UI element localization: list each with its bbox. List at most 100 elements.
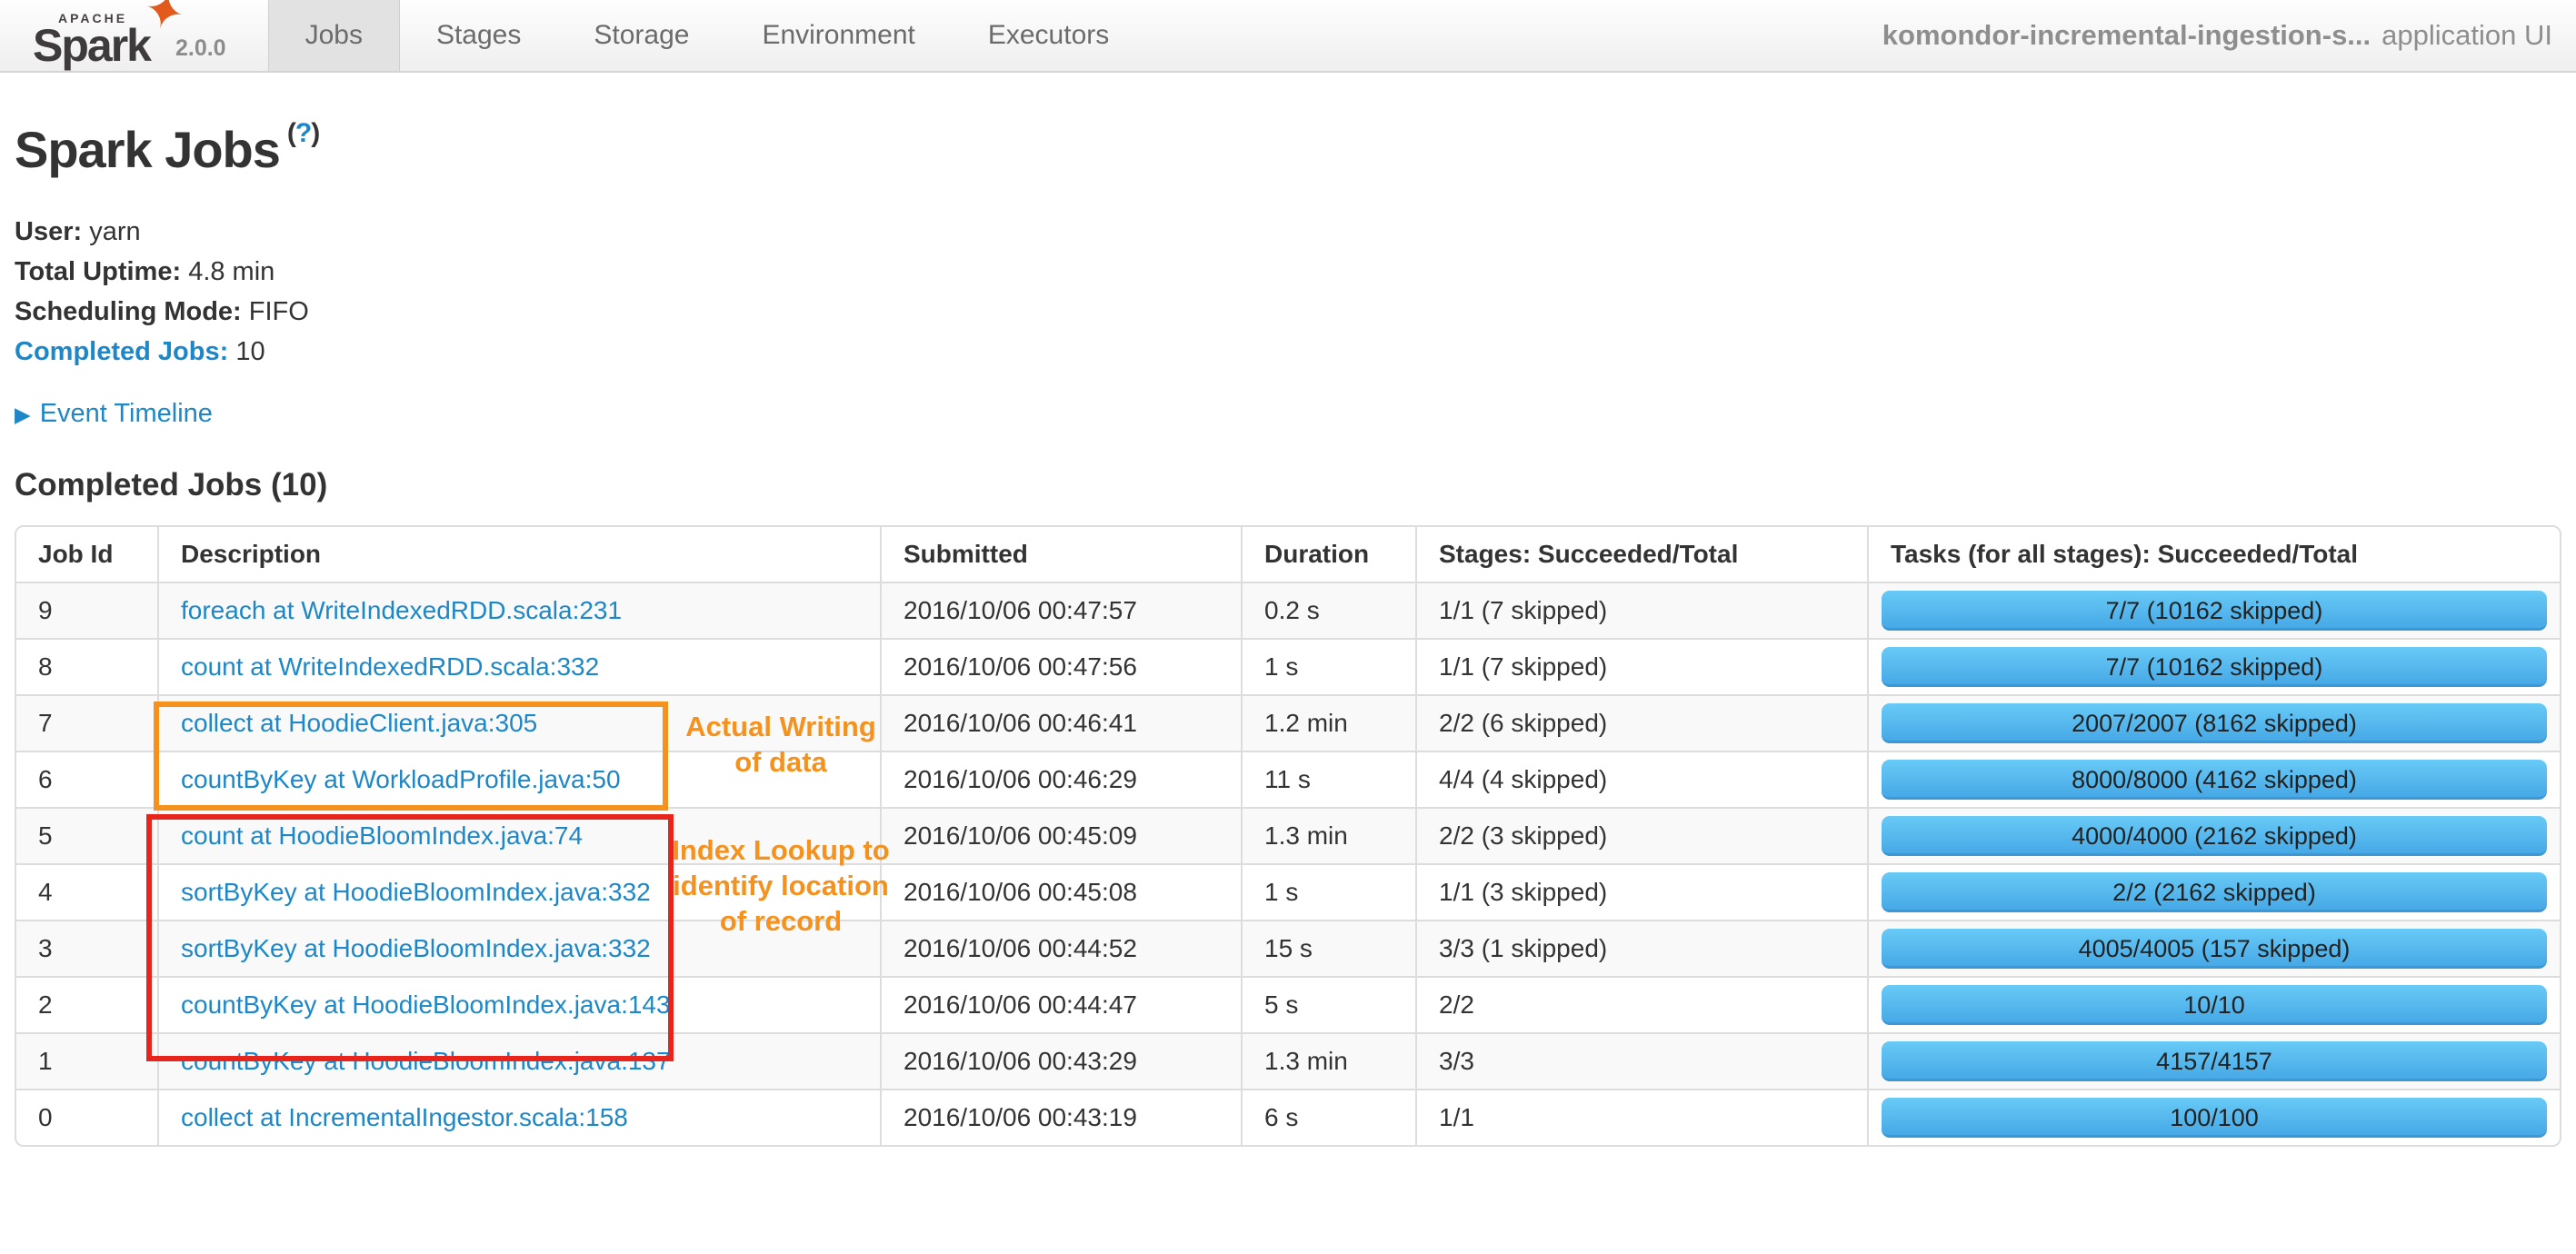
tab-storage[interactable]: Storage <box>557 0 725 71</box>
job-description-link[interactable]: sortByKey at HoodieBloomIndex.java:332 <box>181 878 651 906</box>
duration-cell: 15 s <box>1241 920 1415 976</box>
main-content: Spark Jobs (?) User: yarn Total Uptime: 4… <box>0 118 2576 1147</box>
application-name: komondor-incremental-ingestion-s... <box>1882 19 2371 51</box>
tab-stages[interactable]: Stages <box>400 0 557 71</box>
tasks-progress-label: 100/100 <box>2170 1104 2259 1131</box>
tab-jobs[interactable]: Jobs <box>267 0 400 71</box>
duration-cell: 1.2 min <box>1241 694 1415 751</box>
table-row: 8 count at WriteIndexedRDD.scala:332 201… <box>16 638 2560 694</box>
help-question-icon[interactable]: ? <box>295 118 312 148</box>
tab-executors[interactable]: Executors <box>952 0 1145 71</box>
tasks-progress-label: 10/10 <box>2183 991 2245 1019</box>
tasks-cell: 4005/4005 (157 skipped) <box>1867 920 2560 976</box>
job-description-link[interactable]: count at HoodieBloomIndex.java:74 <box>181 821 583 850</box>
description-cell: countByKey at HoodieBloomIndex.java:137 <box>157 1032 880 1089</box>
tasks-progress-label: 8000/8000 (4162 skipped) <box>2072 766 2357 793</box>
duration-cell: 1 s <box>1241 863 1415 920</box>
duration-cell: 6 s <box>1241 1089 1415 1145</box>
description-cell: sortByKey at HoodieBloomIndex.java:332 <box>157 920 880 976</box>
summary-info: User: yarn Total Uptime: 4.8 min Schedul… <box>15 212 2561 372</box>
tasks-progress-label: 7/7 (10162 skipped) <box>2105 597 2323 624</box>
description-cell: count at WriteIndexedRDD.scala:332 <box>157 638 880 694</box>
description-cell: collect at IncrementalIngestor.scala:158 <box>157 1089 880 1145</box>
tasks-progress-bar: 2/2 (2162 skipped) <box>1882 872 2547 912</box>
job-id-cell: 6 <box>16 751 157 807</box>
job-description-link[interactable]: countByKey at HoodieBloomIndex.java:137 <box>181 1047 671 1075</box>
tasks-cell: 8000/8000 (4162 skipped) <box>1867 751 2560 807</box>
job-description-link[interactable]: countByKey at WorkloadProfile.java:50 <box>181 765 621 793</box>
submitted-cell: 2016/10/06 00:43:19 <box>880 1089 1241 1145</box>
tasks-progress-bar: 4000/4000 (2162 skipped) <box>1882 816 2547 856</box>
table-row: 6 countByKey at WorkloadProfile.java:50 … <box>16 751 2560 807</box>
header-duration: Duration <box>1241 527 1415 582</box>
stages-cell: 2/2 (6 skipped) <box>1415 694 1867 751</box>
job-description-link[interactable]: count at WriteIndexedRDD.scala:332 <box>181 652 599 681</box>
tasks-cell: 100/100 <box>1867 1089 2560 1145</box>
stages-cell: 1/1 (7 skipped) <box>1415 582 1867 638</box>
tab-environment[interactable]: Environment <box>725 0 951 71</box>
tasks-progress-label: 4000/4000 (2162 skipped) <box>2072 822 2357 850</box>
duration-cell: 5 s <box>1241 976 1415 1032</box>
duration-cell: 1.3 min <box>1241 1032 1415 1089</box>
spark-version: 2.0.0 <box>175 35 226 61</box>
stages-cell: 2/2 <box>1415 976 1867 1032</box>
stages-cell: 1/1 (7 skipped) <box>1415 638 1867 694</box>
info-completed-jobs: Completed Jobs: 10 <box>15 337 265 366</box>
submitted-cell: 2016/10/06 00:44:52 <box>880 920 1241 976</box>
job-description-link[interactable]: countByKey at HoodieBloomIndex.java:143 <box>181 990 671 1019</box>
nav-tabs: Jobs Stages Storage Environment Executor… <box>267 0 1146 71</box>
tasks-cell: 4000/4000 (2162 skipped) <box>1867 807 2560 863</box>
description-cell: collect at HoodieClient.java:305 <box>157 694 880 751</box>
job-id-cell: 4 <box>16 863 157 920</box>
event-timeline-toggle[interactable]: ▶ Event Timeline <box>15 399 2561 429</box>
completed-jobs-section-title: Completed Jobs (10) <box>15 467 328 503</box>
table-row: 4 sortByKey at HoodieBloomIndex.java:332… <box>16 863 2560 920</box>
job-id-cell: 2 <box>16 976 157 1032</box>
tasks-progress-bar: 8000/8000 (4162 skipped) <box>1882 760 2547 800</box>
duration-cell: 1 s <box>1241 638 1415 694</box>
job-description-link[interactable]: sortByKey at HoodieBloomIndex.java:332 <box>181 934 651 962</box>
duration-cell: 0.2 s <box>1241 582 1415 638</box>
tasks-progress-bar: 7/7 (10162 skipped) <box>1882 647 2547 687</box>
tasks-cell: 2007/2007 (8162 skipped) <box>1867 694 2560 751</box>
tasks-progress-bar: 100/100 <box>1882 1098 2547 1138</box>
spark-brand: ✦ APACHE Spark 2.0.0 <box>0 0 268 71</box>
submitted-cell: 2016/10/06 00:45:08 <box>880 863 1241 920</box>
help-link[interactable]: (?) <box>287 118 320 148</box>
duration-cell: 1.3 min <box>1241 807 1415 863</box>
job-id-cell: 5 <box>16 807 157 863</box>
tasks-progress-bar: 2007/2007 (8162 skipped) <box>1882 703 2547 743</box>
jobs-table-area: Job Id Description Submitted Duration St… <box>15 525 2561 1147</box>
table-row: 5 count at HoodieBloomIndex.java:74 2016… <box>16 807 2560 863</box>
tasks-progress-label: 4157/4157 <box>2156 1048 2272 1075</box>
completed-jobs-link[interactable]: Completed Jobs: <box>15 337 228 366</box>
description-cell: countByKey at WorkloadProfile.java:50 <box>157 751 880 807</box>
job-id-cell: 3 <box>16 920 157 976</box>
submitted-cell: 2016/10/06 00:47:56 <box>880 638 1241 694</box>
spark-logo: ✦ APACHE Spark <box>33 0 191 68</box>
tasks-progress-label: 2/2 (2162 skipped) <box>2112 879 2316 906</box>
jobs-table-frame: Job Id Description Submitted Duration St… <box>15 525 2561 1147</box>
duration-cell: 11 s <box>1241 751 1415 807</box>
job-id-cell: 0 <box>16 1089 157 1145</box>
page-title-text: Spark Jobs <box>15 121 281 178</box>
tasks-cell: 7/7 (10162 skipped) <box>1867 638 2560 694</box>
info-user: User: yarn <box>15 217 141 246</box>
job-description-link[interactable]: collect at IncrementalIngestor.scala:158 <box>181 1103 628 1131</box>
job-description-link[interactable]: foreach at WriteIndexedRDD.scala:231 <box>181 596 622 624</box>
tasks-progress-label: 7/7 (10162 skipped) <box>2105 653 2323 681</box>
application-ui-suffix: application UI <box>2381 19 2552 51</box>
spark-logo-text: Spark <box>33 20 152 71</box>
tasks-cell: 10/10 <box>1867 976 2560 1032</box>
submitted-cell: 2016/10/06 00:43:29 <box>880 1032 1241 1089</box>
tasks-progress-bar: 4005/4005 (157 skipped) <box>1882 929 2547 969</box>
tasks-cell: 2/2 (2162 skipped) <box>1867 863 2560 920</box>
table-row: 0 collect at IncrementalIngestor.scala:1… <box>16 1089 2560 1145</box>
header-description: Description <box>157 527 880 582</box>
spark-star-icon: ✦ <box>137 0 191 44</box>
job-id-cell: 9 <box>16 582 157 638</box>
job-description-link[interactable]: collect at HoodieClient.java:305 <box>181 709 537 737</box>
stages-cell: 3/3 (1 skipped) <box>1415 920 1867 976</box>
submitted-cell: 2016/10/06 00:45:09 <box>880 807 1241 863</box>
description-cell: foreach at WriteIndexedRDD.scala:231 <box>157 582 880 638</box>
